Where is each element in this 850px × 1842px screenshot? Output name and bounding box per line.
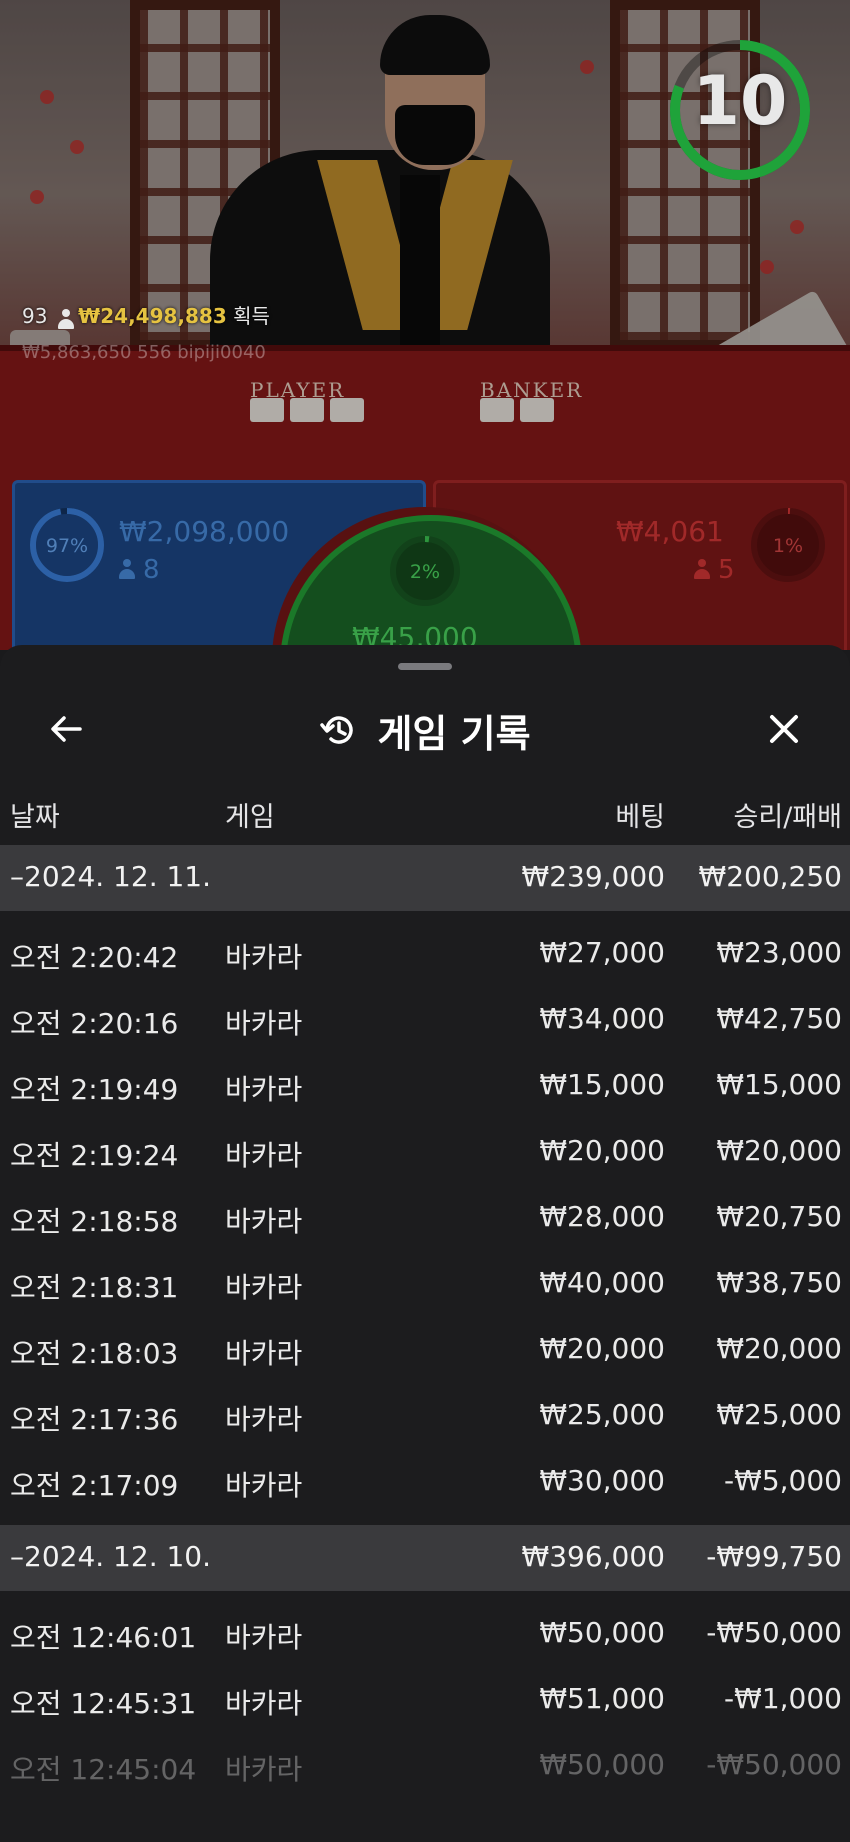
row-time: 오전 2:18:31 — [10, 1271, 179, 1304]
column-header-game: 게임 — [225, 802, 275, 833]
group-bet-total: ₩239,000 — [521, 860, 665, 893]
history-table: –2024. 12. 11. ₩239,000 ₩200,250 오전 2:20… — [0, 845, 850, 1799]
row-bet: ₩27,000 — [539, 936, 665, 969]
ticker-amount: ₩24,498,883 — [78, 304, 227, 328]
row-win-loss: ₩20,750 — [716, 1200, 842, 1233]
table-header: 날짜 게임 베팅 승리/패배 — [0, 795, 850, 845]
row-bet: ₩15,000 — [539, 1068, 665, 1101]
row-win-loss: ₩20,000 — [716, 1134, 842, 1167]
page-title: 게임 기록 — [377, 711, 531, 756]
row-bet: ₩30,000 — [539, 1464, 665, 1497]
row-game: 바카라 — [225, 1469, 303, 1502]
row-time: 오전 2:18:58 — [10, 1205, 179, 1238]
row-bet: ₩50,000 — [539, 1616, 665, 1649]
row-win-loss: ₩20,000 — [716, 1332, 842, 1365]
table-row[interactable]: 오전 2:17:09 바카라 ₩30,000 -₩5,000 — [0, 1449, 850, 1515]
arrow-left-icon — [51, 716, 82, 742]
row-bet: ₩40,000 — [539, 1266, 665, 1299]
row-time: 오전 2:17:36 — [10, 1403, 179, 1436]
row-game: 바카라 — [225, 941, 303, 974]
row-time: 오전 12:45:31 — [10, 1687, 197, 1720]
row-win-loss: -₩50,000 — [706, 1748, 842, 1781]
row-game: 바카라 — [225, 1403, 303, 1436]
group-date: –2024. 12. 11. — [10, 860, 212, 893]
table-row[interactable]: 오전 12:45:04 바카라 ₩50,000 -₩50,000 — [0, 1733, 850, 1799]
row-win-loss: ₩25,000 — [716, 1398, 842, 1431]
row-game: 바카라 — [225, 1687, 303, 1720]
row-bet: ₩28,000 — [539, 1200, 665, 1233]
group-bet-total: ₩396,000 — [521, 1540, 665, 1573]
table-row[interactable]: 오전 2:18:31 바카라 ₩40,000 ₩38,750 — [0, 1251, 850, 1317]
winner-ticker-secondary: ₩5,863,650 556 bipiji0040 — [22, 342, 266, 363]
row-bet: ₩25,000 — [539, 1398, 665, 1431]
drag-handle[interactable] — [398, 663, 452, 670]
row-bet: ₩34,000 — [539, 1002, 665, 1035]
table-row[interactable]: 오전 2:20:42 바카라 ₩27,000 ₩23,000 — [0, 921, 850, 987]
column-header-win-loss: 승리/패배 — [733, 802, 842, 833]
date-group-row[interactable]: –2024. 12. 10. ₩396,000 -₩99,750 — [0, 1525, 850, 1591]
row-bet: ₩20,000 — [539, 1332, 665, 1365]
row-game: 바카라 — [225, 1271, 303, 1304]
row-game: 바카라 — [225, 1753, 303, 1786]
group-win-total: ₩200,250 — [698, 860, 842, 893]
table-row[interactable]: 오전 2:20:16 바카라 ₩34,000 ₩42,750 — [0, 987, 850, 1053]
row-game: 바카라 — [225, 1621, 303, 1654]
row-game: 바카라 — [225, 1007, 303, 1040]
column-header-date: 날짜 — [10, 802, 60, 833]
row-time: 오전 2:20:42 — [10, 941, 179, 974]
ticker-count: 93 — [22, 304, 48, 328]
row-game: 바카라 — [225, 1337, 303, 1370]
sheet-header: 게임 기록 — [0, 685, 850, 775]
row-win-loss: -₩1,000 — [724, 1682, 842, 1715]
table-row[interactable]: 오전 12:46:01 바카라 ₩50,000 -₩50,000 — [0, 1601, 850, 1667]
row-time: 오전 2:17:09 — [10, 1469, 179, 1502]
row-win-loss: -₩5,000 — [724, 1464, 842, 1497]
person-icon — [57, 309, 74, 329]
table-row[interactable]: 오전 2:19:49 바카라 ₩15,000 ₩15,000 — [0, 1053, 850, 1119]
game-history-sheet: 게임 기록 날짜 게임 베팅 승리/패배 –2024. 12. 11. ₩239… — [0, 645, 850, 1842]
row-time: 오전 2:18:03 — [10, 1337, 179, 1370]
winner-ticker: 93 ₩24,498,883 획득 — [22, 300, 270, 329]
row-win-loss: ₩38,750 — [716, 1266, 842, 1299]
history-clock-icon — [320, 716, 354, 744]
countdown-timer: 10 — [692, 62, 788, 141]
row-win-loss: ₩42,750 — [716, 1002, 842, 1035]
close-icon — [770, 715, 798, 743]
row-game: 바카라 — [225, 1205, 303, 1238]
table-row[interactable]: 오전 12:45:31 바카라 ₩51,000 -₩1,000 — [0, 1667, 850, 1733]
table-row[interactable]: 오전 2:19:24 바카라 ₩20,000 ₩20,000 — [0, 1119, 850, 1185]
close-button[interactable] — [756, 701, 812, 757]
column-header-bet: 베팅 — [615, 802, 665, 833]
row-time: 오전 12:46:01 — [10, 1621, 197, 1654]
row-game: 바카라 — [225, 1139, 303, 1172]
row-time: 오전 2:20:16 — [10, 1007, 179, 1040]
back-button[interactable] — [38, 701, 94, 757]
table-row[interactable]: 오전 2:17:36 바카라 ₩25,000 ₩25,000 — [0, 1383, 850, 1449]
row-bet: ₩51,000 — [539, 1682, 665, 1715]
row-win-loss: ₩23,000 — [716, 936, 842, 969]
row-game: 바카라 — [225, 1073, 303, 1106]
table-row[interactable]: 오전 2:18:58 바카라 ₩28,000 ₩20,750 — [0, 1185, 850, 1251]
row-time: 오전 12:45:04 — [10, 1753, 197, 1786]
group-date: –2024. 12. 10. — [10, 1540, 212, 1573]
row-win-loss: -₩50,000 — [706, 1616, 842, 1649]
row-time: 오전 2:19:49 — [10, 1073, 179, 1106]
date-group-row[interactable]: –2024. 12. 11. ₩239,000 ₩200,250 — [0, 845, 850, 911]
row-bet: ₩50,000 — [539, 1748, 665, 1781]
row-bet: ₩20,000 — [539, 1134, 665, 1167]
row-win-loss: ₩15,000 — [716, 1068, 842, 1101]
row-time: 오전 2:19:24 — [10, 1139, 179, 1172]
table-row[interactable]: 오전 2:18:03 바카라 ₩20,000 ₩20,000 — [0, 1317, 850, 1383]
ticker-suffix: 획득 — [233, 304, 270, 328]
group-win-total: -₩99,750 — [706, 1540, 842, 1573]
